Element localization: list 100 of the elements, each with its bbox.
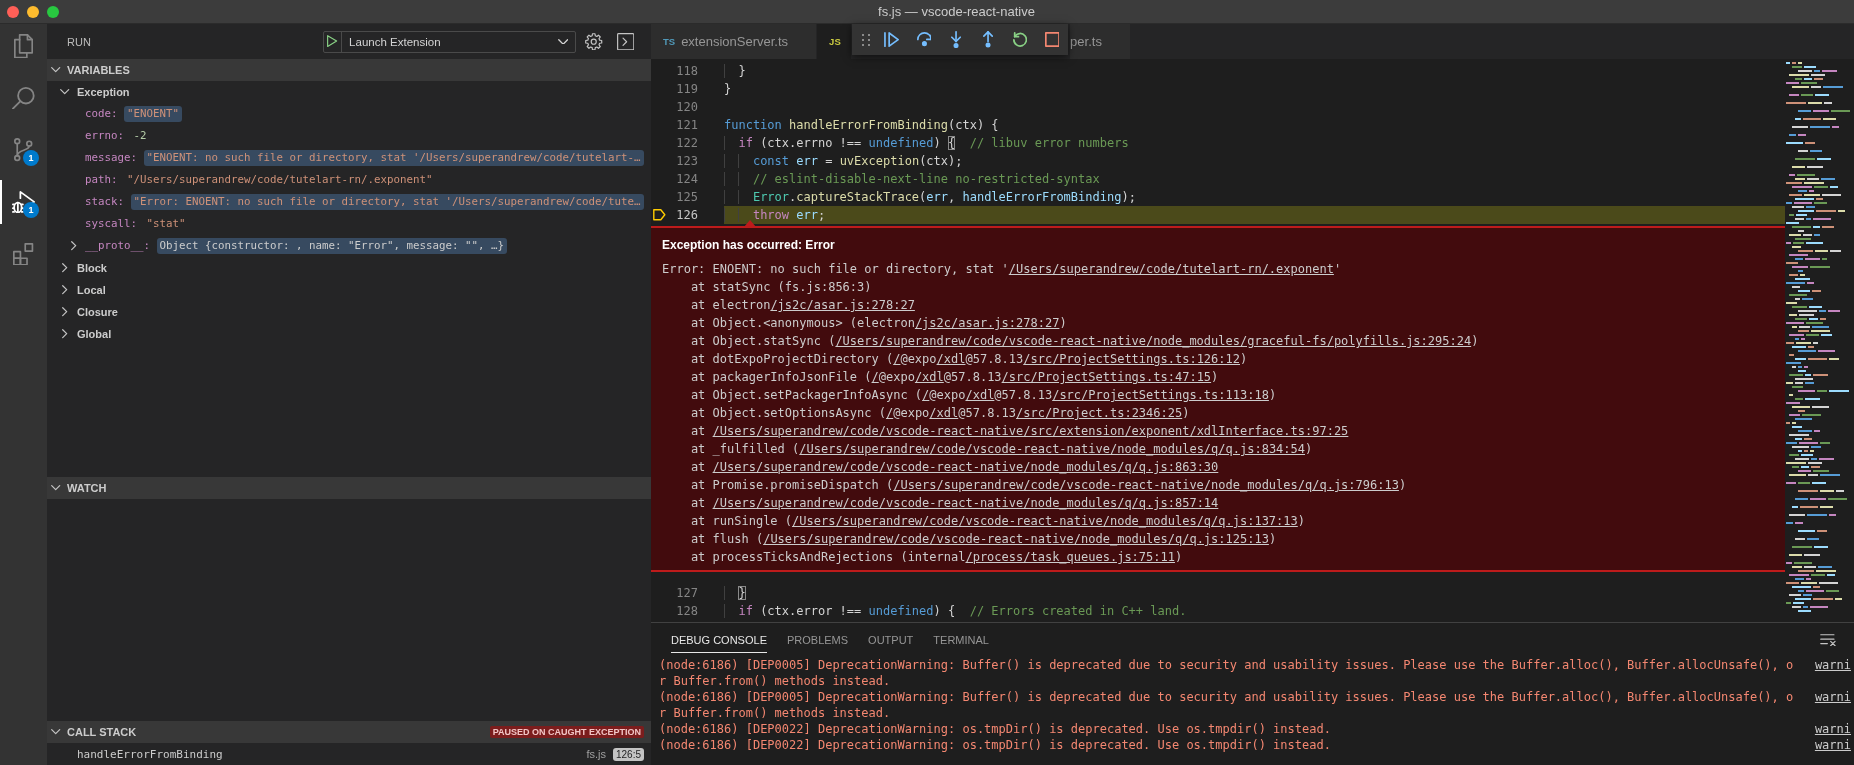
console-message: (node:6186) [DEP0005] DeprecationWarning: Buffer() is deprecated due to security and usability issues. Please use the Buffer.alloc(), Buffer.allocUnsafe(), or Buffer.from() methods instead. [659, 657, 1794, 689]
source-link[interactable]: warni [1814, 721, 1851, 737]
variable-name: stack: [85, 195, 124, 209]
count-badge: 1 [23, 202, 39, 218]
chevron-down-icon[interactable] [51, 67, 61, 73]
section-header[interactable]: CALL STACK PAUSED ON CAUGHT EXCEPTION [47, 721, 651, 743]
scope-label[interactable]: Local [77, 284, 106, 296]
chevron-right-icon[interactable] [62, 329, 68, 339]
git-branch-icon [14, 138, 33, 162]
files-icon [13, 33, 34, 59]
file-link[interactable]: /process/task_queues.js:75:11 [965, 550, 1175, 564]
file-link[interactable]: /Users/superandrew/code/vscode-react-native/node_modules/q/q.js:857:14 [712, 496, 1219, 510]
play-bug-icon [12, 190, 35, 214]
code-line: if (ctx.errno !== undefined) { // libuv error numbers [724, 134, 1129, 152]
scope-label[interactable]: Global [77, 328, 112, 340]
arrow-up-dot-icon [982, 31, 994, 48]
chevron-right-icon[interactable] [62, 307, 68, 317]
source-control-button[interactable]: 1 [0, 128, 47, 172]
chevron-right-icon[interactable] [62, 263, 68, 273]
panel-tab[interactable]: PROBLEMS [786, 627, 849, 653]
stack-trace-line: at /Users/superandrew/code/vscode-react-native/src/extension/exponent/xdlInterface.ts:97:25 [689, 423, 1349, 440]
grip-icon[interactable] [862, 33, 870, 46]
file-link[interactable]: /xdl [929, 406, 959, 420]
file-link[interactable]: /src/Project.ts:2346:25 [1016, 406, 1183, 420]
file-link[interactable]: / [871, 370, 879, 384]
stack-trace-line: at flush (/Users/superandrew/code/vscode-react-native/node_modules/q/q.js:125:13) [689, 531, 1277, 548]
file-link[interactable]: /Users/superandrew/code/vscode-react-native/node_modules/q/q.js:125:13 [763, 532, 1269, 546]
file-link[interactable]: /Users/superandrew/code/vscode-react-native/node_modules/q/q.js:863:30 [712, 460, 1219, 474]
line-position-badge: 126:5 [612, 747, 644, 761]
editor-tab[interactable]: TS extensionServer.ts [651, 24, 818, 59]
line-number: 128 [675, 603, 698, 620]
file-link[interactable]: /xdl [965, 388, 995, 402]
section-header[interactable]: WATCH [47, 477, 651, 499]
run-and-debug-button[interactable]: 1 [0, 180, 47, 224]
file-link[interactable]: /src/ProjectSettings.ts:113:18 [1052, 388, 1269, 402]
file-link[interactable]: /xdl [936, 352, 966, 366]
variable-value: -2 [132, 128, 148, 144]
stack-trace-line: at statSync (fs.js:856:3) [689, 279, 872, 296]
maximize-window-button[interactable] [47, 5, 59, 18]
open-console-button[interactable] [616, 32, 634, 51]
code-line: Error.captureStackTrace(err, handleErrorFromBinding); [724, 188, 1136, 206]
status-badge: PAUSED ON CAUGHT EXCEPTION [489, 726, 644, 738]
minimize-window-button[interactable] [27, 5, 39, 18]
settings-icon [585, 32, 603, 51]
panel-tab[interactable]: OUTPUT [868, 627, 914, 653]
file-link[interactable]: /xdl [914, 370, 944, 384]
scope-label[interactable]: Closure [77, 306, 118, 318]
file-link[interactable]: /js2c/asar.js:278:27 [770, 298, 915, 312]
panel-tab[interactable]: DEBUG CONSOLE [671, 627, 767, 653]
launch-config-select[interactable]: Launch Extension [342, 31, 576, 52]
stack-trace-line: at /Users/superandrew/code/vscode-react-native/node_modules/q/q.js:863:30 [689, 459, 1219, 476]
line-number: 119 [675, 81, 698, 98]
source-link[interactable]: warni [1814, 689, 1851, 705]
blocks-icon [13, 242, 34, 266]
arrow-down-dot-icon [950, 30, 962, 49]
settings-button[interactable] [585, 32, 603, 51]
console-message: (node:6186) [DEP0005] DeprecationWarning: Buffer() is deprecated due to security and usability issues. Please use the Buffer.alloc(), Buffer.allocUnsafe(), or Buffer.from() methods instead. [659, 689, 1794, 721]
scope-label[interactable]: Exception [77, 86, 130, 98]
source-link[interactable]: warni [1814, 657, 1851, 673]
search-icon [12, 86, 35, 110]
clear-console-button[interactable] [1820, 633, 1836, 647]
scope-label[interactable]: Block [77, 262, 107, 274]
file-link[interactable]: /Users/superandrew/code/vscode-react-native/node_modules/q/q.js:796:13 [893, 478, 1399, 492]
close-window-button[interactable] [7, 5, 19, 18]
source-link[interactable]: warni [1814, 737, 1851, 753]
stack-frame-name[interactable]: handleErrorFromBinding [77, 747, 223, 761]
file-link[interactable]: / [922, 388, 930, 402]
square-icon [1044, 32, 1060, 47]
clear-list-icon [1820, 633, 1836, 647]
start-debugging-button[interactable] [324, 31, 343, 52]
file-link[interactable]: / [893, 352, 901, 366]
variable-value: Object {constructor: , name: "Error", message: "", …} [156, 238, 508, 254]
chevron-down-icon [557, 38, 569, 45]
file-link[interactable]: /Users/superandrew/code/vscode-react-native/node_modules/q/q.js:137:13 [792, 514, 1298, 528]
chevron-right-icon[interactable] [71, 241, 77, 251]
file-link[interactable]: /Users/superandrew/code/vscode-react-native/node_modules/q/q.js:834:54 [799, 442, 1305, 456]
stack-trace-line: at Object.<anonymous> (electron/js2c/asar.js:278:27) [689, 315, 1067, 332]
file-link[interactable]: / [885, 406, 894, 420]
arc-arrow-dot-icon [916, 32, 932, 47]
chevron-down-icon[interactable] [51, 485, 61, 491]
line-number: 123 [675, 153, 698, 170]
variable-value: "ENOENT: no such file or directory, stat '/Users/superandrew/code/tutelart-… [143, 150, 644, 166]
panel-tab[interactable]: TERMINAL [933, 627, 989, 653]
stack-trace-line: at /Users/superandrew/code/vscode-react-native/node_modules/q/q.js:857:14 [689, 495, 1219, 512]
editor-tab[interactable]: per.ts [1070, 24, 1131, 59]
file-link[interactable]: /src/ProjectSettings.ts:47:15 [1001, 370, 1212, 384]
chevron-down-icon[interactable] [60, 89, 70, 95]
code-line: } [724, 62, 746, 80]
chevron-down-icon[interactable] [51, 729, 61, 735]
file-link[interactable]: /Users/superandrew/code/tutelart-rn/.exponent [1008, 262, 1334, 276]
variable-name: code: [85, 107, 118, 121]
file-link[interactable]: /js2c/asar.js:278:27 [914, 316, 1060, 330]
file-link[interactable]: /Users/superandrew/code/vscode-react-native/node_modules/graceful-fs/polyfills.js:295:24 [835, 334, 1472, 348]
section-header[interactable]: VARIABLES [47, 59, 651, 81]
file-link[interactable]: /Users/superandrew/code/vscode-react-native/src/extension/exponent/xdlInterface.ts:97:25 [712, 424, 1349, 438]
file-link[interactable]: /src/ProjectSettings.ts:126:12 [1023, 352, 1240, 366]
variable-name: errno: [85, 129, 124, 143]
play-icon [327, 35, 338, 48]
chevron-right-icon[interactable] [62, 285, 68, 295]
editor-tab[interactable]: JS [817, 24, 853, 59]
